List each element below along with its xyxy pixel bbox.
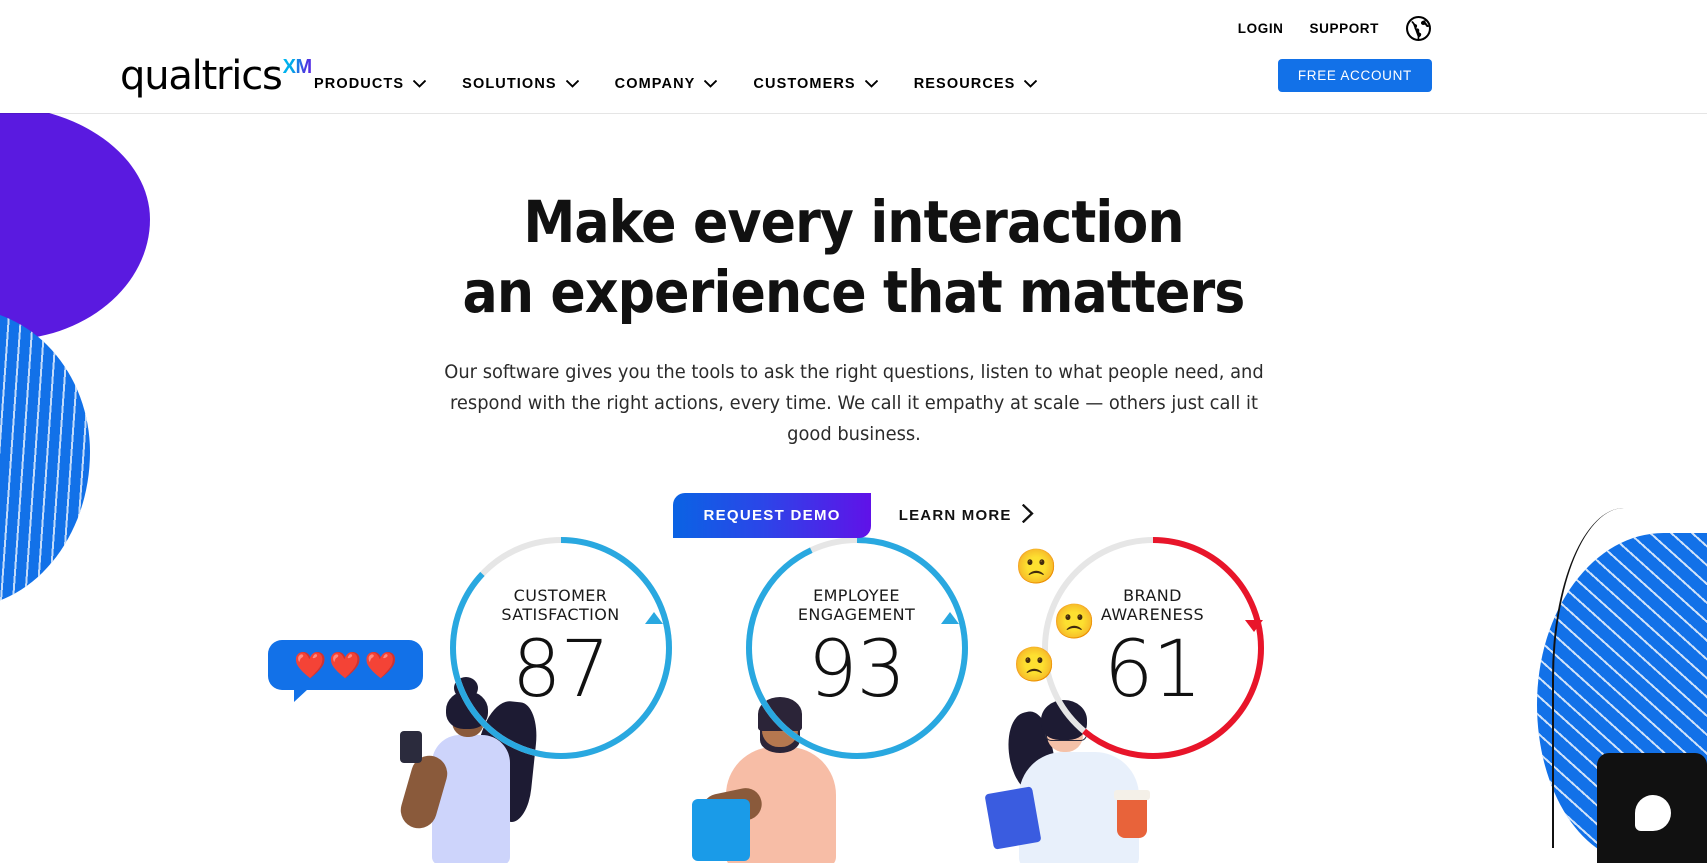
main-navigation: PRODUCTS SOLUTIONS COMPANY CUSTOMERS RES… (314, 72, 1038, 96)
free-account-button[interactable]: FREE ACCOUNT (1277, 59, 1432, 92)
hero-cta-row: REQUEST DEMO LEARN MORE (0, 493, 1707, 538)
chevron-down-icon (565, 80, 579, 88)
learn-more-link[interactable]: LEARN MORE (898, 503, 1034, 528)
metric-dial-brand-awareness: BRAND AWARENESS 61 (1033, 528, 1273, 768)
globe-icon[interactable] (1405, 15, 1432, 42)
heart-icon: ❤️ (293, 650, 327, 680)
utility-nav: LOGIN SUPPORT (1238, 0, 1707, 56)
qualtrics-logo[interactable]: qualtrics XM (120, 56, 312, 96)
nav-label: RESOURCES (913, 76, 1016, 92)
chevron-right-icon (1021, 503, 1034, 528)
page-title: Make every interaction an experience tha… (85, 187, 1621, 327)
qualtrics-homepage: LOGIN SUPPORT FREE ACCOUNT qualtrics XM … (0, 0, 1707, 863)
hero-title-line-1: Make every interaction (523, 188, 1184, 256)
login-link[interactable]: LOGIN (1238, 21, 1284, 36)
learn-more-label: LEARN MORE (898, 507, 1012, 524)
nav-label: PRODUCTS (314, 76, 405, 92)
nav-item-resources[interactable]: RESOURCES (914, 72, 1038, 96)
logo-wordmark: qualtrics (120, 53, 283, 99)
logo-xm-mark: XM (282, 56, 313, 78)
frowning-face-icon: 🙁 (1053, 603, 1096, 641)
chevron-down-icon (413, 80, 427, 88)
chevron-down-icon (704, 80, 718, 88)
heart-icon: ❤️ (329, 650, 362, 680)
hero-section: Make every interaction an experience tha… (0, 113, 1707, 863)
nav-item-customers[interactable]: CUSTOMERS (753, 72, 878, 96)
support-link[interactable]: SUPPORT (1310, 21, 1379, 36)
triangle-down-icon (1244, 620, 1263, 632)
nav-label: COMPANY (614, 76, 696, 92)
triangle-up-icon (644, 612, 663, 624)
metric-dial-employee-engagement: EMPLOYEE ENGAGEMENT 93 (737, 528, 977, 768)
decorative-dark-card (1597, 753, 1707, 863)
hero-subtitle: Our software gives you the tools to ask … (443, 361, 1264, 445)
request-demo-button[interactable]: REQUEST DEMO (673, 493, 871, 538)
nav-label: SOLUTIONS (462, 76, 557, 92)
hero-title-line-2: an experience that matters (462, 258, 1246, 326)
nav-item-company[interactable]: COMPANY (615, 72, 718, 96)
chevron-down-icon (1024, 80, 1038, 88)
nav-item-solutions[interactable]: SOLUTIONS (462, 72, 579, 96)
metric-dials: CUSTOMER SATISFACTION 87 EMPLOYEE ENGAGE… (0, 528, 1707, 768)
nav-label: CUSTOMERS (753, 76, 856, 92)
heart-reaction-bubble: ❤️ ❤️ ❤️ (268, 640, 423, 702)
heart-icon: ❤️ (364, 650, 398, 680)
frowning-face-icon: 🙁 (1013, 646, 1056, 684)
site-header: LOGIN SUPPORT FREE ACCOUNT qualtrics XM … (0, 0, 1707, 113)
nav-item-products[interactable]: PRODUCTS (314, 72, 427, 96)
frowning-face-icon: 🙁 (1015, 548, 1058, 586)
chevron-down-icon (864, 80, 878, 88)
triangle-up-icon (940, 612, 959, 624)
metric-dial-customer-satisfaction: CUSTOMER SATISFACTION 87 (441, 528, 681, 768)
hero-content: Make every interaction an experience tha… (0, 187, 1707, 538)
